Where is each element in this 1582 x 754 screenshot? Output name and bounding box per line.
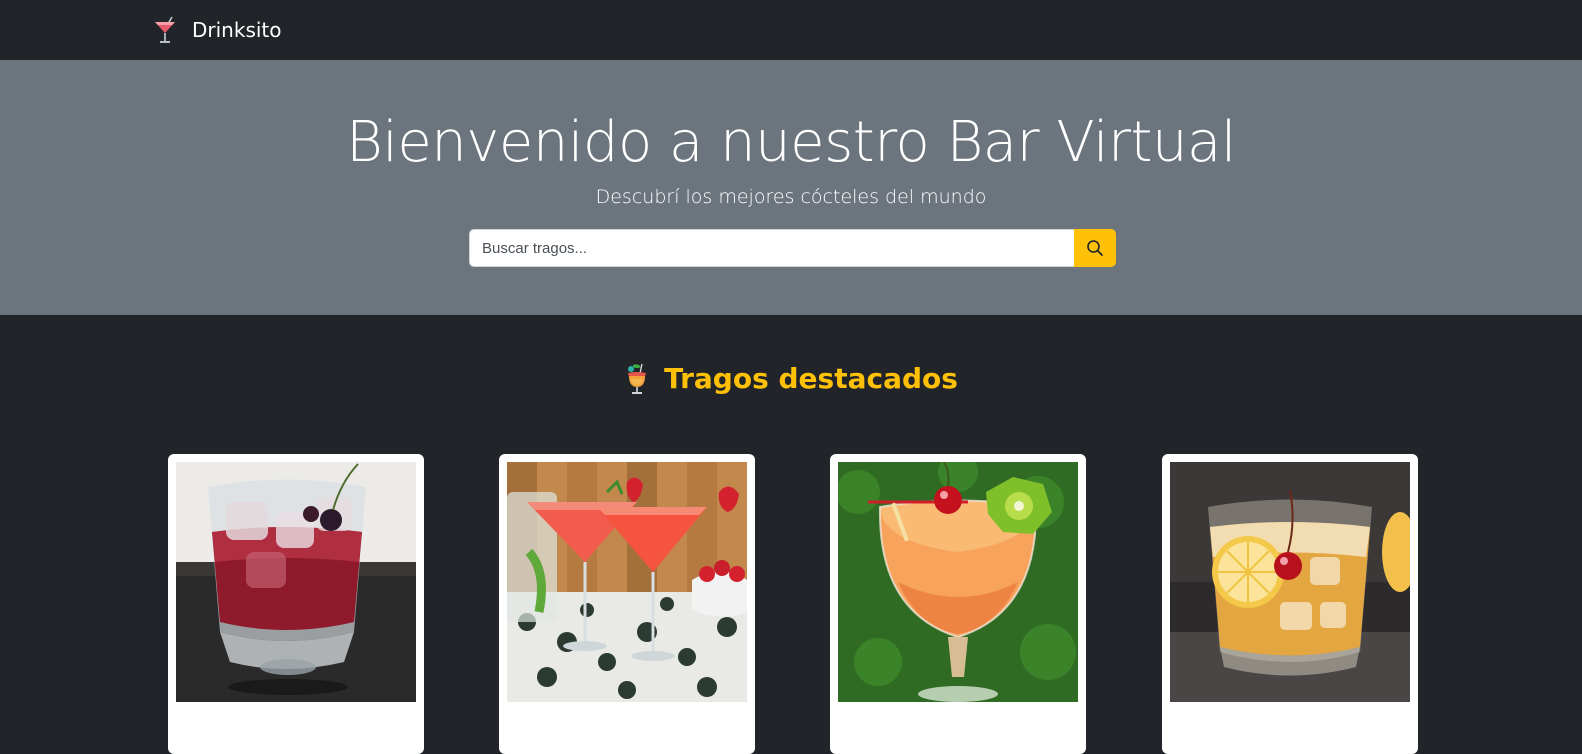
hero-banner: Bienvenido a nuestro Bar Virtual Descubr… xyxy=(0,60,1582,315)
drink-card[interactable] xyxy=(499,454,755,754)
section-title: Tragos destacados xyxy=(664,362,958,395)
search-button[interactable] xyxy=(1074,229,1116,267)
tropical-drink-icon xyxy=(628,363,647,394)
drink-image xyxy=(1170,462,1410,702)
hero-title: Bienvenido a nuestro Bar Virtual xyxy=(346,110,1236,175)
search-icon xyxy=(1087,240,1103,256)
drink-image xyxy=(838,462,1078,702)
drink-card[interactable] xyxy=(830,454,1086,754)
hero-subtitle: Descubrí los mejores cócteles del mundo xyxy=(595,186,987,208)
brand-link[interactable]: Drinksito xyxy=(148,10,282,50)
navbar: Drinksito xyxy=(0,0,1582,60)
section-heading: Tragos destacados xyxy=(0,362,1582,395)
drink-card[interactable] xyxy=(168,454,424,754)
brand-name: Drinksito xyxy=(192,18,282,42)
drink-image xyxy=(507,462,747,702)
drink-card[interactable] xyxy=(1162,454,1418,754)
search-form xyxy=(469,229,1116,267)
cocktail-glass-icon xyxy=(148,13,182,47)
search-input[interactable] xyxy=(469,229,1074,267)
drink-image xyxy=(176,462,416,702)
